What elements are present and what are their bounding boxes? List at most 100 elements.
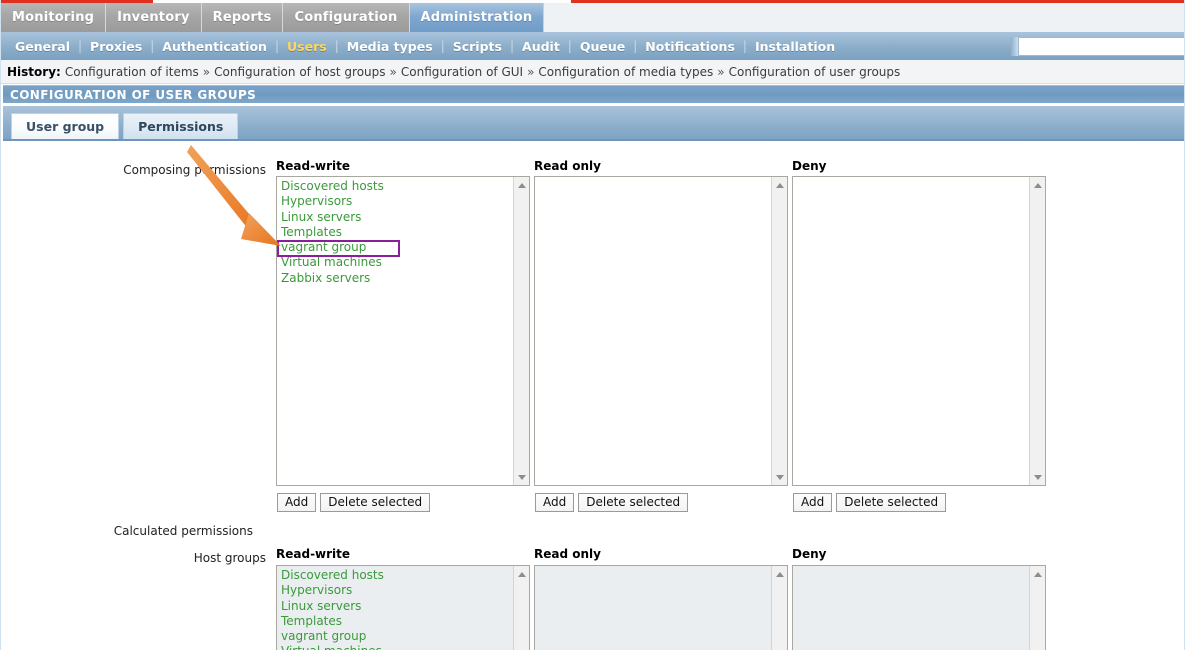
tab-strip: User group Permissions [3, 106, 1184, 141]
subnav-separator: | [509, 39, 515, 53]
calculated-readonly-options [535, 567, 770, 650]
list-item[interactable]: vagrant group [281, 629, 512, 644]
breadcrumb: History: Configuration of items» Configur… [1, 60, 1184, 84]
subnav-item-audit[interactable]: Audit [514, 39, 568, 54]
breadcrumb-link[interactable]: Configuration of host groups [214, 65, 385, 79]
subnav-item-installation[interactable]: Installation [747, 39, 843, 54]
main-navigation: Monitoring Inventory Reports Configuration A… [1, 3, 1184, 32]
breadcrumb-link[interactable]: Configuration of GUI [401, 65, 523, 79]
calculated-readwrite-heading: Read-write [276, 547, 351, 561]
composing-readonly-buttons: Add Delete selected [535, 493, 689, 512]
calculated-deny-options [793, 567, 1028, 650]
subnav-separator: | [742, 39, 747, 53]
subnav-item-authentication[interactable]: Authentication [154, 39, 275, 54]
tab-permissions[interactable]: Permissions [123, 113, 239, 139]
mainnav-item-monitoring[interactable]: Monitoring [1, 3, 107, 32]
mainnav-item-configuration[interactable]: Configuration [283, 3, 410, 32]
subnav-separator: | [567, 39, 572, 53]
calculated-readonly-listbox[interactable] [534, 565, 788, 650]
mainnav-item-inventory[interactable]: Inventory [106, 3, 202, 32]
list-item[interactable]: Zabbix servers [281, 271, 512, 286]
composing-readonly-add-button[interactable]: Add [535, 493, 575, 512]
list-item[interactable]: Templates [281, 225, 512, 240]
composing-deny-add-button[interactable]: Add [793, 493, 833, 512]
scroll-up-icon[interactable] [772, 566, 787, 582]
scroll-down-icon[interactable] [1030, 469, 1045, 485]
subnav-separator: | [633, 39, 638, 53]
list-item[interactable]: Virtual machines [281, 255, 512, 270]
composing-deny-heading: Deny [792, 159, 827, 173]
composing-deny-scrollbar[interactable] [1029, 177, 1045, 485]
sub-navigation: General | Proxies | Authentication | Users | Med… [1, 32, 1184, 60]
list-item[interactable]: Discovered hosts [281, 179, 512, 194]
application-window: Monitoring Inventory Reports Configuration A… [0, 0, 1185, 650]
composing-readwrite-add-button[interactable]: Add [277, 493, 317, 512]
composing-deny-options[interactable] [793, 178, 1028, 485]
subnav-item-general[interactable]: General [7, 39, 78, 54]
subnav-separator: | [78, 39, 83, 53]
composing-readwrite-delete-selected-button[interactable]: Delete selected [320, 493, 431, 512]
composing-readwrite-scrollbar[interactable] [513, 177, 529, 485]
breadcrumb-label: History: [7, 64, 61, 79]
page-title: CONFIGURATION OF USER GROUPS [3, 85, 1184, 103]
breadcrumb-separator: » [202, 64, 211, 79]
composing-readwrite-listbox[interactable]: Discovered hosts Hypervisors Linux servers… [276, 176, 530, 486]
calculated-deny-listbox[interactable] [792, 565, 1046, 650]
composing-readwrite-heading: Read-write [276, 159, 351, 173]
subnav-item-queue[interactable]: Queue [572, 39, 633, 54]
calculated-permissions-label: Calculated permissions [113, 524, 253, 538]
composing-readwrite-options[interactable]: Discovered hosts Hypervisors Linux servers… [277, 178, 512, 485]
subnav-item-proxies[interactable]: Proxies [82, 39, 150, 54]
list-item[interactable]: Linux servers [281, 210, 512, 225]
composing-deny-listbox[interactable] [792, 176, 1046, 486]
mainnav-item-administration[interactable]: Administration [409, 3, 545, 32]
calculated-deny-scrollbar[interactable] [1029, 566, 1045, 650]
breadcrumb-separator: » [389, 64, 397, 79]
subnav-separator: | [334, 39, 339, 53]
list-item[interactable]: Virtual machines [281, 644, 512, 650]
breadcrumb-link[interactable]: Configuration of user groups [729, 65, 901, 79]
scroll-up-icon[interactable] [1030, 177, 1045, 193]
search-box[interactable] [1018, 37, 1184, 56]
scroll-up-icon[interactable] [772, 177, 787, 193]
subnav-item-media-types[interactable]: Media types [339, 39, 441, 54]
composing-readonly-listbox[interactable] [534, 176, 788, 486]
composing-readonly-delete-selected-button[interactable]: Delete selected [578, 493, 689, 512]
list-item[interactable]: Hypervisors [281, 583, 512, 598]
calculated-readwrite-listbox[interactable]: Discovered hosts Hypervisors Linux servers… [276, 565, 530, 650]
breadcrumb-link[interactable]: Configuration of media types [538, 65, 713, 79]
scroll-up-icon[interactable] [514, 566, 529, 582]
composing-readonly-heading: Read only [534, 159, 601, 173]
composing-readonly-options[interactable] [535, 178, 770, 485]
list-item[interactable]: Discovered hosts [281, 568, 512, 583]
calculated-readwrite-options: Discovered hosts Hypervisors Linux servers… [277, 567, 512, 650]
breadcrumb-separator: » [527, 64, 535, 79]
subnav-separator: | [150, 39, 155, 53]
subnav-item-notifications[interactable]: Notifications [637, 39, 743, 54]
calculated-readonly-scrollbar[interactable] [771, 566, 787, 650]
search-input[interactable] [1019, 38, 1184, 55]
scroll-up-icon[interactable] [1030, 566, 1045, 582]
list-item[interactable]: Linux servers [281, 599, 512, 614]
calculated-readwrite-scrollbar[interactable] [513, 566, 529, 650]
scroll-down-icon[interactable] [772, 469, 787, 485]
tab-user-group[interactable]: User group [11, 113, 120, 139]
permissions-form: Composing permissions Read-write Read on… [1, 141, 1184, 650]
composing-deny-buttons: Add Delete selected [793, 493, 947, 512]
subnav-item-scripts[interactable]: Scripts [445, 39, 510, 54]
scroll-up-icon[interactable] [514, 177, 529, 193]
mainnav-item-reports[interactable]: Reports [201, 3, 284, 32]
subnav-separator: | [440, 39, 445, 53]
list-item[interactable]: Hypervisors [281, 194, 512, 209]
list-item[interactable]: vagrant group [281, 240, 512, 255]
composing-readonly-scrollbar[interactable] [771, 177, 787, 485]
composing-permissions-label: Composing permissions [123, 163, 266, 177]
calculated-readonly-heading: Read only [534, 547, 601, 561]
calculated-deny-heading: Deny [792, 547, 827, 561]
list-item[interactable]: Templates [281, 614, 512, 629]
subnav-separator: | [274, 39, 280, 53]
breadcrumb-link[interactable]: Configuration of items [65, 65, 199, 79]
composing-deny-delete-selected-button[interactable]: Delete selected [836, 493, 947, 512]
scroll-down-icon[interactable] [514, 469, 529, 485]
subnav-item-users[interactable]: Users [279, 39, 335, 54]
